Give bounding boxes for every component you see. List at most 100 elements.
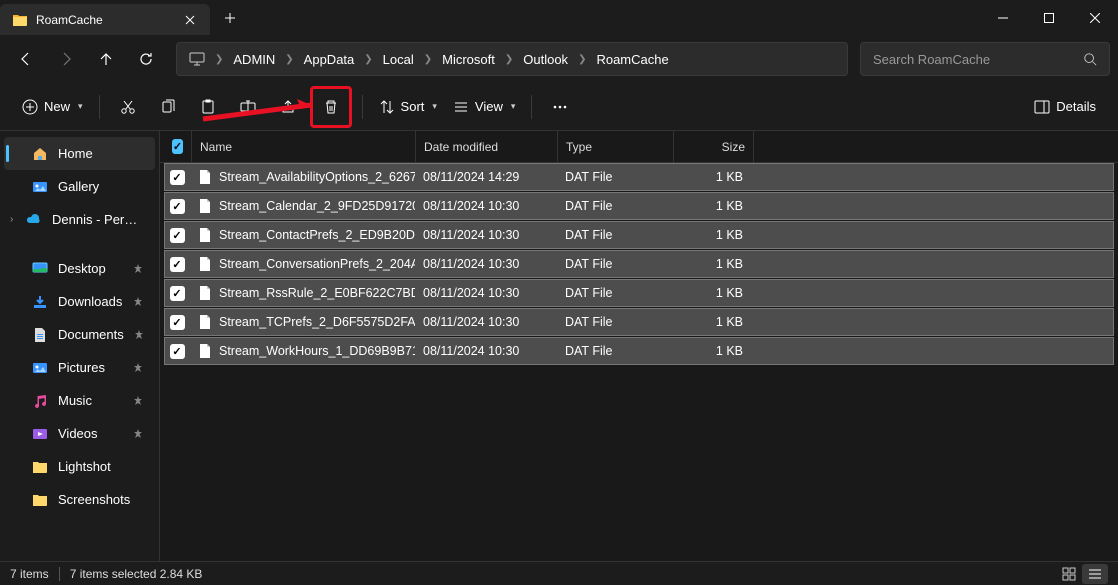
address-bar[interactable]: ❯ ADMIN ❯ AppData ❯ Local ❯ Microsoft ❯ …	[176, 42, 848, 76]
row-checkbox[interactable]: ✓	[165, 344, 189, 359]
navigation-sidebar: Home Gallery › Dennis - Person Desktop Do…	[0, 131, 160, 561]
up-button[interactable]	[88, 41, 124, 77]
more-button[interactable]	[542, 89, 578, 125]
chevron-right-icon[interactable]: ❯	[576, 54, 588, 65]
details-view-button[interactable]	[1082, 564, 1108, 584]
file-date: 08/11/2024 10:30	[415, 199, 557, 213]
grid-view-button[interactable]	[1056, 564, 1082, 584]
copy-button[interactable]	[150, 89, 186, 125]
column-header-date[interactable]: Date modified	[416, 131, 558, 162]
pin-icon	[133, 264, 143, 274]
file-list-pane: ✓ Name Date modified Type Size ✓ Stream_A…	[160, 131, 1118, 561]
chevron-right-icon[interactable]: ❯	[283, 54, 295, 65]
row-checkbox[interactable]: ✓	[165, 199, 189, 214]
file-size: 1 KB	[673, 199, 751, 213]
window-tab[interactable]: RoamCache	[0, 4, 210, 35]
sidebar-item-lightshot[interactable]: Lightshot	[4, 450, 155, 483]
maximize-button[interactable]	[1026, 0, 1072, 35]
chevron-right-icon[interactable]: ❯	[213, 54, 225, 65]
file-name: Stream_AvailabilityOptions_2_6267CC...	[219, 170, 415, 184]
sidebar-item-music[interactable]: Music	[4, 384, 155, 417]
sidebar-item-documents[interactable]: Documents	[4, 318, 155, 351]
file-date: 08/11/2024 10:30	[415, 315, 557, 329]
column-header-name[interactable]: Name	[192, 131, 416, 162]
folder-icon	[12, 12, 28, 28]
chevron-right-icon[interactable]: ❯	[422, 54, 434, 65]
row-checkbox[interactable]: ✓	[165, 257, 189, 272]
rename-button[interactable]	[230, 89, 266, 125]
sidebar-item-screenshots[interactable]: Screenshots	[4, 483, 155, 516]
sidebar-item-label: Desktop	[58, 261, 106, 276]
table-row[interactable]: ✓Stream_Calendar_2_9FD25D917207994...08/…	[164, 192, 1114, 220]
refresh-button[interactable]	[128, 41, 164, 77]
column-header-size[interactable]: Size	[674, 131, 754, 162]
back-button[interactable]	[8, 41, 44, 77]
folder-icon	[32, 426, 48, 442]
file-name: Stream_RssRule_2_E0BF622C7BD75A4F...	[219, 286, 415, 300]
file-type: DAT File	[557, 315, 673, 329]
select-all-checkbox[interactable]: ✓	[164, 131, 192, 162]
row-checkbox[interactable]: ✓	[165, 170, 189, 185]
table-row[interactable]: ✓Stream_RssRule_2_E0BF622C7BD75A4F...08/…	[164, 279, 1114, 307]
forward-button[interactable]	[48, 41, 84, 77]
details-pane-button[interactable]: Details	[1028, 89, 1102, 125]
paste-button[interactable]	[190, 89, 226, 125]
row-checkbox[interactable]: ✓	[165, 315, 189, 330]
table-row[interactable]: ✓Stream_WorkHours_1_DD69B9B71F8D...08/11…	[164, 337, 1114, 365]
pin-icon	[133, 429, 143, 439]
table-row[interactable]: ✓ Stream_ContactPrefs_2_ED9B20DAB5E...08/…	[164, 221, 1114, 249]
sort-button[interactable]: Sort ▾	[373, 89, 443, 125]
new-button[interactable]: New ▾	[16, 89, 89, 125]
titlebar: RoamCache	[0, 0, 1118, 35]
file-type: DAT File	[557, 228, 673, 242]
table-row[interactable]: ✓Stream_AvailabilityOptions_2_6267CC...0…	[164, 163, 1114, 191]
close-button[interactable]	[1072, 0, 1118, 35]
delete-button[interactable]	[313, 89, 349, 125]
breadcrumb-segment[interactable]: RoamCache	[588, 44, 676, 74]
sidebar-item-label: Documents	[58, 327, 124, 342]
table-row[interactable]: ✓ Stream_TCPrefs_2_D6F5575D2FA3374E...08/…	[164, 308, 1114, 336]
sidebar-item-videos[interactable]: Videos	[4, 417, 155, 450]
chevron-right-icon[interactable]: ❯	[503, 54, 515, 65]
file-name: Stream_TCPrefs_2_D6F5575D2FA3374E...	[219, 315, 415, 329]
sidebar-item-downloads[interactable]: Downloads	[4, 285, 155, 318]
file-name: Stream_ConversationPrefs_2_204A301...	[219, 257, 415, 271]
row-checkbox[interactable]: ✓	[165, 228, 189, 243]
breadcrumb-segment[interactable]: ADMIN	[225, 44, 283, 74]
view-button[interactable]: View ▾	[447, 89, 521, 125]
file-type: DAT File	[557, 286, 673, 300]
breadcrumb-segment[interactable]: Local	[375, 44, 422, 74]
sidebar-item-gallery[interactable]: Gallery	[4, 170, 155, 203]
file-date: 08/11/2024 10:30	[415, 228, 557, 242]
breadcrumb-segment[interactable]: AppData	[296, 44, 363, 74]
sidebar-item-desktop[interactable]: Desktop	[4, 252, 155, 285]
table-row[interactable]: ✓Stream_ConversationPrefs_2_204A301...08…	[164, 250, 1114, 278]
sidebar-item-pictures[interactable]: Pictures	[4, 351, 155, 384]
chevron-right-icon[interactable]: ❯	[362, 54, 374, 65]
breadcrumb-segment[interactable]: Microsoft	[434, 44, 503, 74]
chevron-right-icon[interactable]: ›	[10, 214, 13, 225]
gallery-icon	[32, 179, 48, 195]
column-header-type[interactable]: Type	[558, 131, 674, 162]
search-input[interactable]: Search RoamCache	[860, 42, 1110, 76]
sidebar-item-label: Pictures	[58, 360, 105, 375]
minimize-button[interactable]	[980, 0, 1026, 35]
folder-icon	[32, 261, 48, 277]
chevron-down-icon: ▾	[78, 101, 83, 112]
sidebar-item-home[interactable]: Home	[4, 137, 155, 170]
file-size: 1 KB	[673, 315, 751, 329]
share-button[interactable]	[270, 89, 306, 125]
sidebar-item-onedrive[interactable]: › Dennis - Person	[4, 203, 155, 236]
file-icon	[197, 256, 213, 272]
tab-close-button[interactable]	[182, 12, 198, 28]
breadcrumb-segment[interactable]: Outlook	[515, 44, 576, 74]
cloud-icon	[26, 212, 42, 228]
new-tab-button[interactable]	[210, 0, 250, 35]
status-bar: 7 items 7 items selected 2.84 KB	[0, 561, 1118, 585]
cut-button[interactable]	[110, 89, 146, 125]
navbar: ❯ ADMIN ❯ AppData ❯ Local ❯ Microsoft ❯ …	[0, 35, 1118, 83]
file-name: Stream_ContactPrefs_2_ED9B20DAB5E...	[219, 228, 415, 242]
window-controls	[980, 0, 1118, 35]
row-checkbox[interactable]: ✓	[165, 286, 189, 301]
folder-icon	[32, 492, 48, 508]
